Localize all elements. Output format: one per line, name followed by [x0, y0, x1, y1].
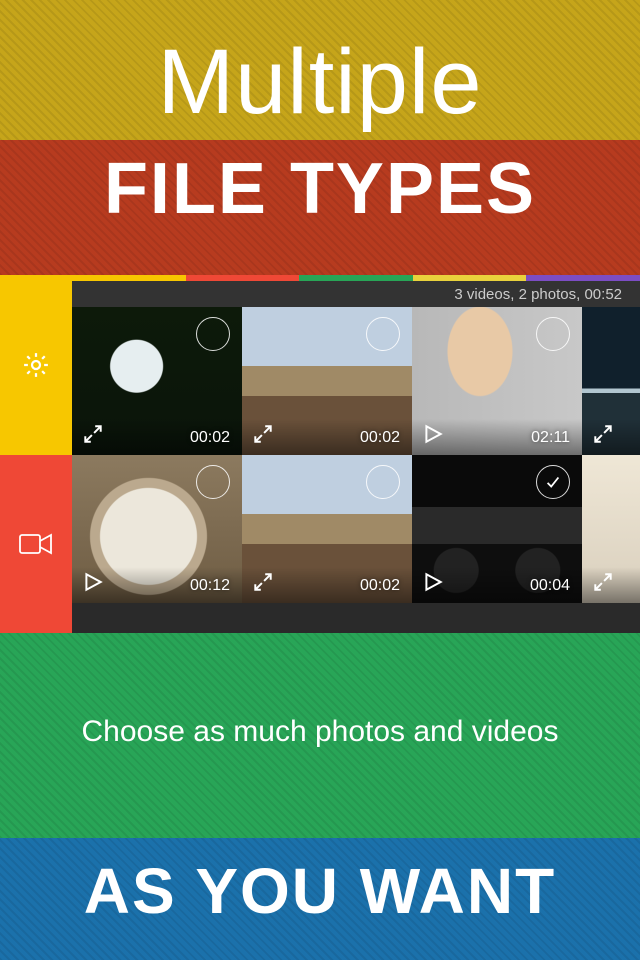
select-circle[interactable]	[536, 317, 570, 351]
media-tile[interactable]	[582, 307, 640, 455]
expand-icon	[252, 423, 274, 445]
select-circle[interactable]	[196, 317, 230, 351]
expand-icon	[592, 423, 614, 445]
select-circle[interactable]	[366, 317, 400, 351]
video-camera-icon	[19, 531, 53, 557]
expand-icon	[252, 571, 274, 593]
media-tile[interactable]: 02:11	[412, 307, 582, 455]
bottomline: AS YOU WANT	[0, 854, 640, 928]
expand-icon	[592, 571, 614, 593]
media-tile[interactable]: 00:02	[242, 455, 412, 603]
gallery-row: 00:12 00:02 00:04	[72, 455, 640, 603]
gallery-row: 00:02 00:02 02:11	[72, 307, 640, 455]
media-tile[interactable]: 00:12	[72, 455, 242, 603]
duration: 02:11	[531, 429, 570, 447]
selection-summary: 3 videos, 2 photos, 00:52	[72, 281, 640, 307]
media-gallery: 3 videos, 2 photos, 00:52 00:02 00:02 02…	[72, 275, 640, 633]
gear-icon	[21, 350, 51, 380]
duration: 00:02	[190, 429, 230, 447]
settings-button[interactable]	[0, 275, 72, 455]
headline-line1: Multiple	[0, 30, 640, 135]
select-circle[interactable]	[196, 465, 230, 499]
duration: 00:02	[360, 577, 400, 595]
play-icon	[422, 571, 444, 593]
media-tile[interactable]: 00:02	[242, 307, 412, 455]
headline-line2: FILE TYPES	[0, 148, 640, 230]
play-icon	[82, 571, 104, 593]
expand-icon	[82, 423, 104, 445]
media-tile[interactable]	[582, 455, 640, 603]
duration: 00:04	[530, 577, 570, 595]
media-tile[interactable]: 00:04	[412, 455, 582, 603]
select-circle-checked[interactable]	[536, 465, 570, 499]
record-button[interactable]	[0, 455, 72, 633]
media-tile[interactable]: 00:02	[72, 307, 242, 455]
duration: 00:12	[190, 577, 230, 595]
select-circle[interactable]	[366, 465, 400, 499]
play-icon	[422, 423, 444, 445]
duration: 00:02	[360, 429, 400, 447]
subline: Choose as much photos and videos	[0, 715, 640, 749]
